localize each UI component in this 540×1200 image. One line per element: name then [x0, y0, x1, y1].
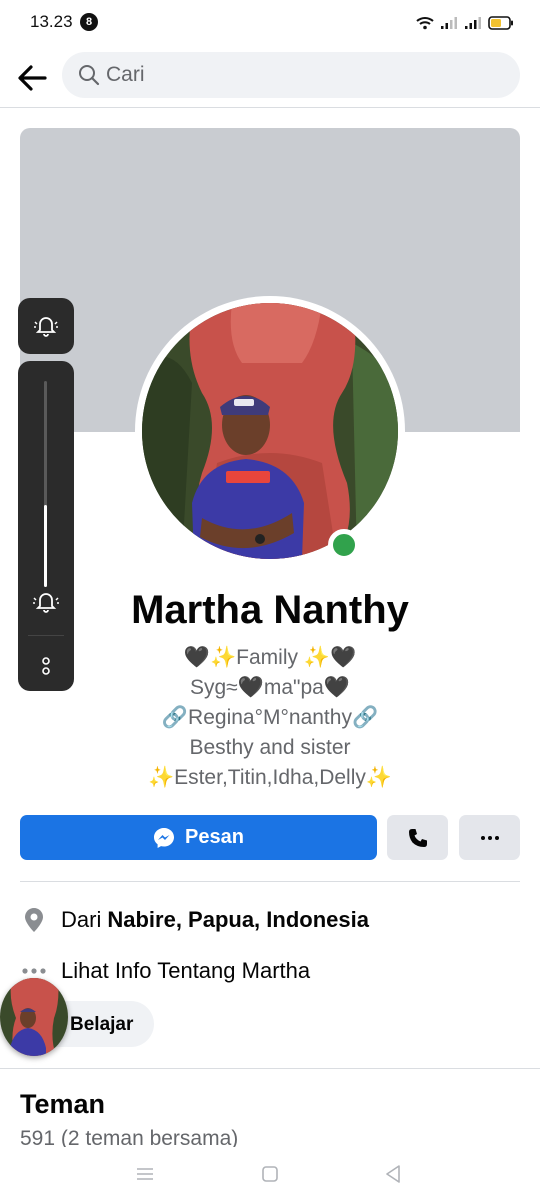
back-arrow-icon: [18, 65, 47, 91]
menu-lines-icon: [137, 1168, 153, 1180]
phone-icon: [408, 828, 427, 847]
notification-badge: 8: [80, 13, 98, 31]
profile-name: Martha Nanthy: [131, 588, 409, 632]
volume-track[interactable]: [44, 381, 47, 587]
message-button[interactable]: Pesan: [20, 815, 377, 860]
bio-line: ✨Ester,Titin,Idha,Delly✨: [147, 766, 393, 789]
bio-line: 🖤✨Family ✨🖤: [183, 646, 357, 669]
volume-settings-icon[interactable]: [40, 655, 52, 677]
ringer-mode-button[interactable]: [18, 298, 74, 354]
signal-icon: [441, 17, 457, 29]
profile-avatar[interactable]: [142, 303, 398, 559]
battery-icon: [488, 16, 513, 30]
location-prefix: Dari: [61, 907, 102, 932]
status-time: 13.23: [30, 12, 73, 31]
more-icon: [480, 835, 499, 840]
bio-line: 🔗Regina°M°nanthy🔗: [161, 706, 379, 729]
messenger-icon: [154, 827, 175, 848]
bio-line: Syg≈🖤ma"pa🖤: [190, 676, 350, 699]
back-triangle-icon: [386, 1165, 400, 1183]
friends-section-title: Teman: [20, 1089, 106, 1119]
status-bar: 13.23 8: [0, 0, 540, 46]
divider: [20, 881, 520, 882]
chat-head-avatar[interactable]: [0, 978, 68, 1056]
about-info-link[interactable]: Lihat Info Tentang Martha: [20, 955, 310, 987]
volume-divider: [28, 635, 64, 636]
learn-chip-label: Belajar: [70, 1014, 134, 1035]
nav-back-button[interactable]: [381, 1162, 405, 1186]
wifi-icon: [416, 17, 434, 30]
search-input[interactable]: [106, 52, 506, 98]
friends-count-text: 591 (2 teman bersama): [20, 1127, 239, 1147]
home-square-icon: [262, 1166, 278, 1182]
system-nav-bar: [0, 1148, 540, 1200]
top-bar: [0, 46, 540, 108]
online-status-indicator: [328, 529, 360, 561]
chat-head-photo: [0, 978, 68, 1056]
location-pin-icon: [20, 906, 48, 934]
more-options-button[interactable]: [459, 815, 520, 860]
home-button[interactable]: [258, 1162, 282, 1186]
search-box[interactable]: [62, 52, 520, 98]
volume-fill: [44, 504, 47, 587]
bell-icon: [34, 317, 58, 337]
signal-icon-2: [465, 17, 481, 29]
search-icon: [79, 65, 100, 86]
profile-bio: 🖤✨Family ✨🖤 Syg≈🖤ma"pa🖤 🔗Regina°M°nanthy…: [90, 643, 450, 793]
bio-line: Besthy and sister: [189, 736, 351, 759]
location-row: Dari Nabire, Papua, Indonesia: [20, 904, 369, 936]
recents-button[interactable]: [133, 1162, 157, 1186]
avatar-photo: [142, 303, 398, 559]
message-button-label: Pesan: [185, 826, 244, 848]
section-divider: [0, 1068, 540, 1069]
about-info-label: Lihat Info Tentang Martha: [61, 958, 311, 983]
back-button[interactable]: [12, 58, 52, 98]
friends-count: 591 (2 teman bersama): [20, 1125, 238, 1147]
status-icons: [416, 12, 514, 34]
location-value: Nabire, Papua, Indonesia: [107, 907, 369, 932]
volume-slider[interactable]: [18, 361, 74, 691]
call-button[interactable]: [387, 815, 448, 860]
